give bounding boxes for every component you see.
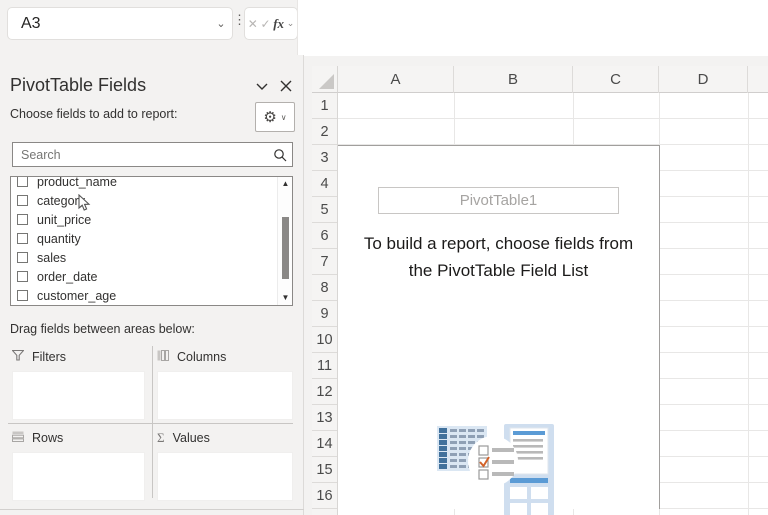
row-header[interactable]: 12	[312, 379, 337, 405]
formula-bar[interactable]	[297, 0, 768, 56]
pivot-instruction: To build a report, choose fields from th…	[338, 230, 659, 284]
enter-icon[interactable]: ✓	[260, 17, 270, 31]
chevron-down-icon[interactable]	[254, 78, 270, 94]
row-header[interactable]: 2	[312, 119, 337, 145]
column-header-c[interactable]: C	[573, 66, 659, 93]
sigma-icon: Σ	[157, 430, 165, 446]
filter-icon	[12, 348, 24, 366]
close-icon[interactable]	[278, 78, 294, 94]
gear-icon: ⚙	[263, 110, 276, 125]
drag-hint: Drag fields between areas below:	[10, 322, 195, 336]
filters-drop-zone[interactable]	[12, 371, 145, 420]
row-headers: 1 2 3 4 5 6 7 8 9 10 11 12 13 14 15 16	[312, 93, 338, 515]
columns-drop-zone[interactable]	[157, 371, 293, 420]
pane-bottom-divider	[0, 509, 304, 510]
row-header[interactable]: 7	[312, 249, 337, 275]
field-item-unit-price[interactable]: unit_price	[11, 210, 277, 229]
field-item-order-date[interactable]: order_date	[11, 267, 277, 286]
column-header-d[interactable]: D	[659, 66, 748, 93]
field-items: product_name category unit_price quantit…	[11, 176, 277, 305]
rows-icon	[12, 429, 24, 447]
scroll-up-icon[interactable]: ▲	[278, 177, 293, 191]
formula-buttons: ✕ ✓ fx ⌄	[245, 8, 297, 39]
search-box	[12, 142, 293, 167]
field-item-product-name[interactable]: product_name	[11, 176, 277, 191]
column-header-a[interactable]: A	[338, 66, 454, 93]
row-header[interactable]: 14	[312, 431, 337, 457]
row-header[interactable]: 16	[312, 483, 337, 509]
checkbox-icon[interactable]	[17, 195, 28, 206]
checkbox-icon[interactable]	[17, 233, 28, 244]
select-all-corner[interactable]	[312, 66, 338, 93]
column-header-spacer	[748, 66, 768, 93]
areas-section: Filters Columns Rows Σ	[0, 343, 304, 513]
pane-subtitle: Choose fields to add to report:	[10, 107, 177, 121]
pivot-placeholder-graphic	[437, 424, 557, 515]
field-item-customer-age[interactable]: customer_age	[11, 286, 277, 305]
fx-dropdown-icon[interactable]: ⌄	[287, 18, 295, 29]
row-header[interactable]: 4	[312, 171, 337, 197]
scrollbar-thumb[interactable]	[282, 217, 289, 279]
row-header[interactable]: 8	[312, 275, 337, 301]
row-header[interactable]: 1	[312, 93, 337, 119]
pivottable-fields-pane: PivotTable Fields Choose fields to add t…	[0, 55, 304, 515]
field-list-scrollbar[interactable]: ▲ ▼	[277, 177, 292, 305]
row-header[interactable]: 11	[312, 353, 337, 379]
row-header[interactable]: 6	[312, 223, 337, 249]
name-box-value: A3	[8, 15, 210, 33]
pivot-instruction-line2: the PivotTable Field List	[338, 257, 659, 284]
row-header[interactable]: 13	[312, 405, 337, 431]
search-icon[interactable]	[268, 148, 292, 162]
column-headers: A B C D	[338, 66, 768, 93]
gridline	[748, 93, 749, 515]
checkbox-icon[interactable]	[17, 252, 28, 263]
values-drop-zone[interactable]	[157, 452, 293, 501]
field-item-quantity[interactable]: quantity	[11, 229, 277, 248]
pane-title: PivotTable Fields	[10, 75, 146, 96]
pivot-table-region[interactable]: PivotTable1 To build a report, choose fi…	[338, 145, 660, 509]
values-area: Σ Values	[157, 428, 298, 504]
row-header[interactable]: 5	[312, 197, 337, 223]
row-header[interactable]: 10	[312, 327, 337, 353]
pivot-name-box[interactable]: PivotTable1	[378, 187, 619, 214]
row-header[interactable]: 9	[312, 301, 337, 327]
checkbox-icon[interactable]	[17, 271, 28, 282]
column-header-b[interactable]: B	[454, 66, 573, 93]
cancel-icon[interactable]: ✕	[248, 17, 258, 31]
spreadsheet-grid: A B C D 1 2 3 4 5 6 7 8 9 10 11 12 13 14…	[312, 66, 768, 515]
rows-drop-zone[interactable]	[12, 452, 145, 501]
gear-button[interactable]: ⚙ ∨	[255, 102, 295, 132]
insert-function-icon[interactable]: fx	[273, 16, 284, 32]
columns-icon	[157, 348, 169, 366]
pivot-instruction-line1: To build a report, choose fields from	[338, 230, 659, 257]
row-header[interactable]: 15	[312, 457, 337, 483]
checkbox-icon[interactable]	[17, 214, 28, 225]
cells-area[interactable]: PivotTable1 To build a report, choose fi…	[338, 93, 768, 515]
areas-vertical-divider	[152, 346, 153, 498]
search-input[interactable]	[13, 148, 268, 162]
name-box-dropdown-icon[interactable]: ⌄	[210, 17, 232, 30]
field-item-category[interactable]: category	[11, 191, 277, 210]
select-all-triangle-icon	[319, 74, 334, 89]
checkbox-icon[interactable]	[17, 290, 28, 301]
field-list: product_name category unit_price quantit…	[10, 176, 293, 306]
row-header[interactable]: 3	[312, 145, 337, 171]
more-options-icon[interactable]: ⋮	[233, 17, 243, 22]
name-box[interactable]: A3 ⌄	[8, 8, 232, 39]
areas-horizontal-divider	[8, 423, 293, 424]
rows-area: Rows	[8, 428, 149, 504]
checkbox-icon[interactable]	[17, 176, 28, 187]
toolbar: A3 ⌄ ⋮ ✕ ✓ fx ⌄	[0, 0, 768, 55]
filters-area: Filters	[8, 347, 149, 423]
field-item-sales[interactable]: sales	[11, 248, 277, 267]
scroll-down-icon[interactable]: ▼	[278, 291, 293, 305]
gear-dropdown-icon: ∨	[281, 113, 287, 122]
columns-area: Columns	[157, 347, 298, 423]
